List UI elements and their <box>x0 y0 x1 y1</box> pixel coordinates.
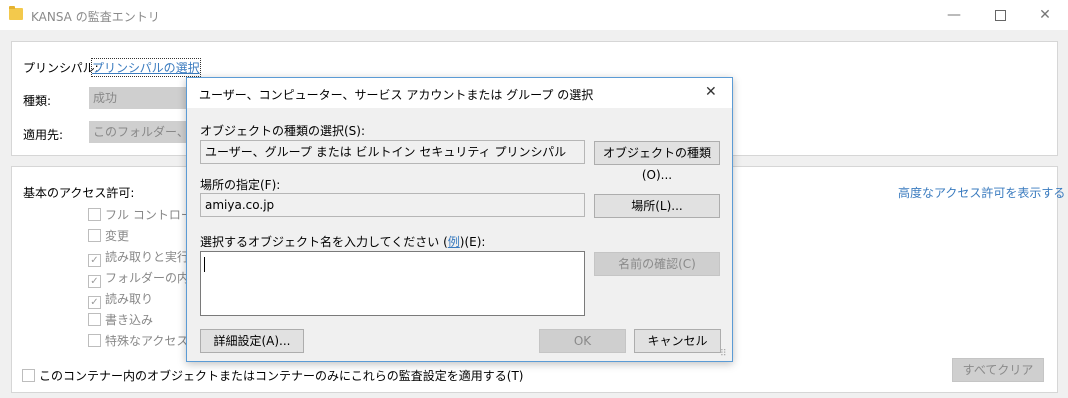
maximize-button[interactable] <box>977 0 1023 30</box>
location-field: amiya.co.jp <box>200 193 585 217</box>
apply-only-label: このコンテナー内のオブジェクトまたはコンテナーのみにこれらの監査設定を適用する(… <box>39 369 524 383</box>
check-names-button[interactable]: 名前の確認(C) <box>594 252 720 276</box>
advanced-button[interactable]: 詳細設定(A)... <box>200 329 304 353</box>
minimize-button[interactable]: — <box>931 0 977 30</box>
object-name-textarea[interactable] <box>200 251 585 316</box>
type-select[interactable]: 成功 <box>89 87 193 109</box>
applies-to-select[interactable]: このフォルダー、サブ <box>89 121 193 143</box>
ok-button[interactable]: OK <box>539 329 626 353</box>
checkbox[interactable] <box>88 313 101 326</box>
principal-label: プリンシパル: <box>23 61 99 75</box>
object-name-label-suffix: )(E): <box>459 235 486 249</box>
object-name-label-text: 選択するオブジェクト名を入力してください ( <box>200 235 448 249</box>
permission-label: 変更 <box>105 229 130 243</box>
location-label: 場所の指定(F): <box>200 178 281 192</box>
dialog-titlebar: ユーザー、コンピューター、サービス アカウントまたは グループ の選択 ✕ <box>187 78 732 108</box>
clear-all-button[interactable]: すべてクリア <box>952 358 1044 382</box>
dialog-title: ユーザー、コンピューター、サービス アカウントまたは グループ の選択 <box>199 88 594 102</box>
checkbox[interactable] <box>22 369 35 382</box>
resize-grip-icon[interactable]: ⠿ <box>720 349 730 359</box>
checkbox[interactable] <box>88 208 101 221</box>
object-types-button[interactable]: オブジェクトの種類(O)... <box>594 141 720 182</box>
permissions-heading: 基本のアクセス許可: <box>23 186 135 200</box>
cancel-button[interactable]: キャンセル <box>634 329 721 353</box>
checkbox[interactable] <box>88 334 101 347</box>
examples-link[interactable]: 例 <box>448 235 460 249</box>
show-advanced-permissions-link[interactable]: 高度なアクセス許可を表示する <box>898 184 1065 201</box>
object-type-label: オブジェクトの種類の選択(S): <box>200 124 366 138</box>
maximize-icon <box>994 10 1006 21</box>
select-principal-link[interactable]: プリンシパルの選択 <box>91 58 201 77</box>
object-name-label: 選択するオブジェクト名を入力してください (例)(E): <box>200 233 485 250</box>
checkmark-icon[interactable]: ✓ <box>88 296 101 309</box>
permission-label: 読み取り <box>105 292 154 306</box>
checkmark-icon[interactable]: ✓ <box>88 254 101 267</box>
text-cursor <box>204 257 205 272</box>
apply-only-checkbox-row[interactable]: このコンテナー内のオブジェクトまたはコンテナーのみにこれらの監査設定を適用する(… <box>22 367 523 384</box>
applies-to-label: 適用先: <box>23 128 64 142</box>
dialog-close-button[interactable]: ✕ <box>705 84 717 100</box>
permission-label: 書き込み <box>105 313 154 327</box>
type-label: 種類: <box>23 94 52 108</box>
folder-icon <box>9 6 23 20</box>
checkbox[interactable] <box>88 229 101 242</box>
checkmark-icon[interactable]: ✓ <box>88 275 101 288</box>
object-type-field: ユーザー、グループ または ビルトイン セキュリティ プリンシパル <box>200 140 585 164</box>
permission-label: 読み取りと実行 <box>105 250 190 264</box>
locations-button[interactable]: 場所(L)... <box>594 194 720 218</box>
window-titlebar: KANSA の監査エントリ — ✕ <box>0 0 1068 30</box>
window-title: KANSA の監査エントリ <box>31 10 160 24</box>
select-users-dialog: ユーザー、コンピューター、サービス アカウントまたは グループ の選択 ✕ オブ… <box>186 77 733 362</box>
close-button[interactable]: ✕ <box>1022 0 1068 30</box>
